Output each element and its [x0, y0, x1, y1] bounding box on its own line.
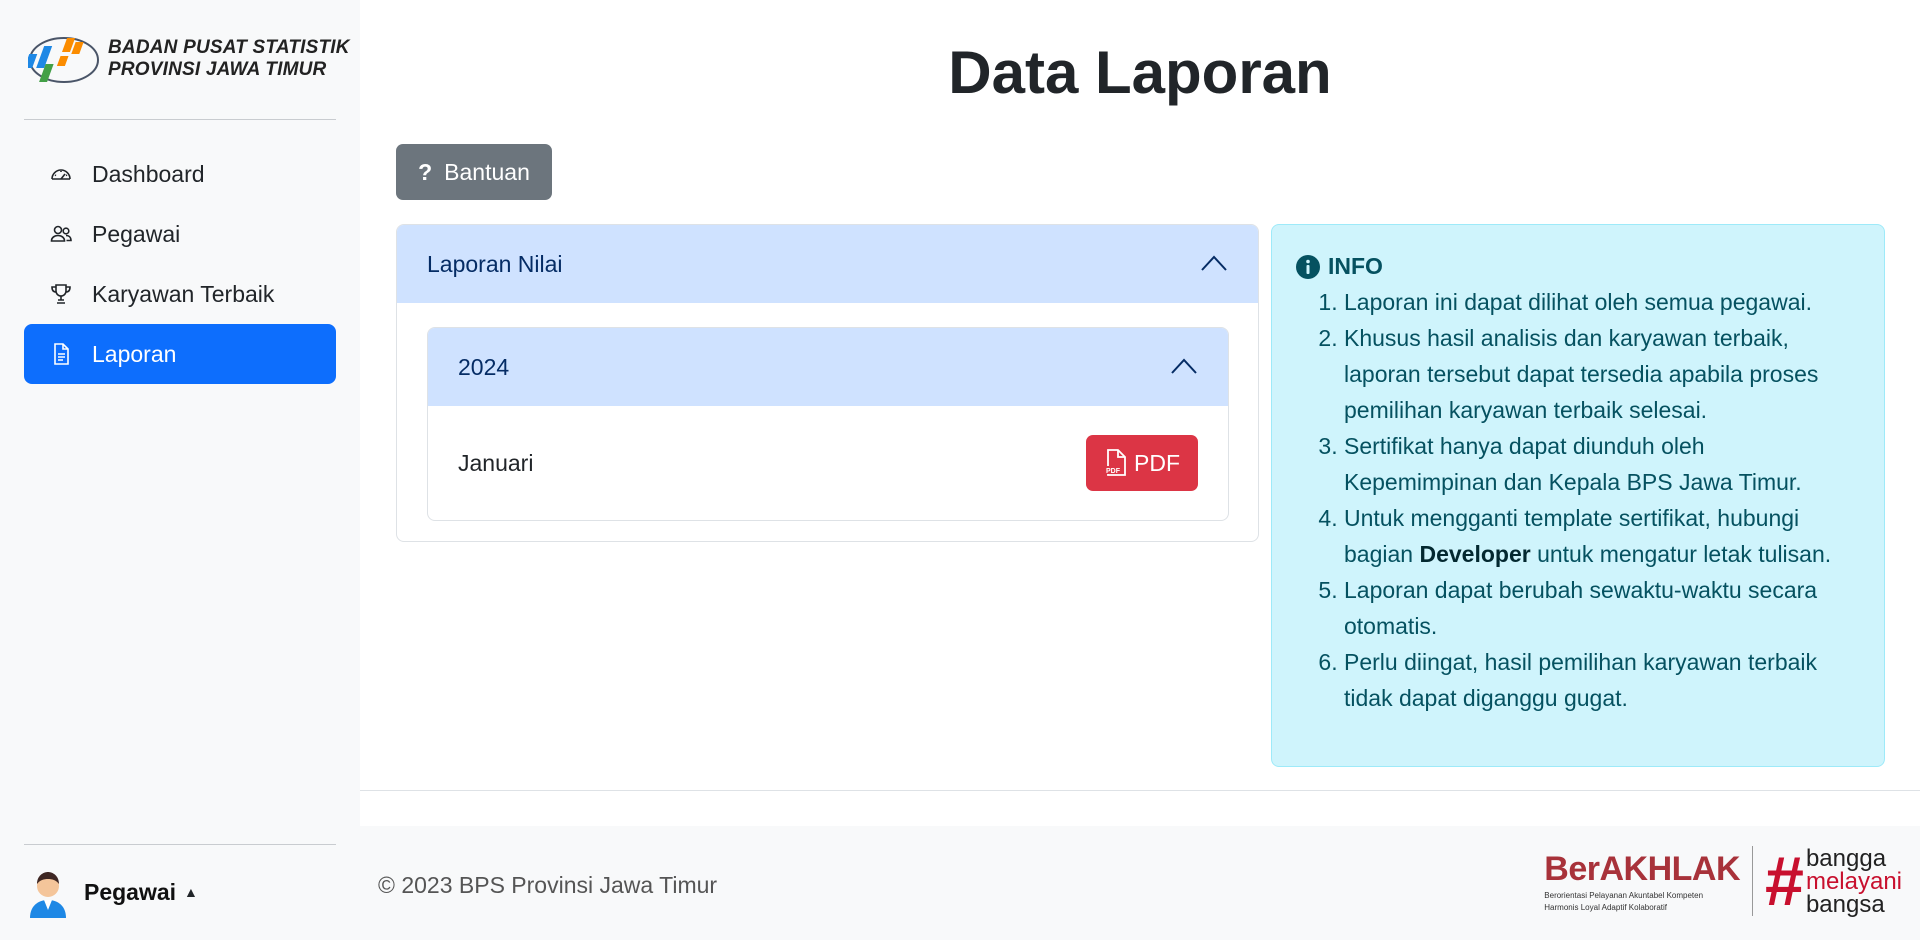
year-accordion: 2024 Januari PDF PDF [427, 327, 1229, 521]
file-text-icon [48, 341, 74, 367]
pdf-button-label: PDF [1134, 449, 1180, 476]
people-icon [48, 221, 74, 247]
sidebar-item-dashboard[interactable]: Dashboard [24, 144, 336, 204]
report-accordion: Laporan Nilai 2024 Januari PDF PDF [396, 224, 1259, 542]
report-month: Januari [458, 449, 534, 476]
bmb-line2: melayani [1805, 867, 1902, 895]
main-content: Data Laporan ? Bantuan Laporan Nilai 202… [360, 0, 1920, 940]
svg-text:PDF: PDF [1106, 468, 1121, 475]
footer-divider [360, 790, 1920, 791]
page-title: Data Laporan [948, 39, 1332, 106]
sidebar-item-karyawan-terbaik[interactable]: Karyawan Terbaik [24, 264, 336, 324]
info-item: Laporan dapat berubah sewaktu-waktu seca… [1344, 572, 1860, 644]
sidebar-bottom-divider [24, 844, 336, 845]
bps-logo[interactable]: BADAN PUSAT STATISTIK PROVINSI JAWA TIMU… [28, 30, 350, 88]
bmb-text: bangga melayani bangsa [1805, 844, 1902, 918]
help-button[interactable]: ? Bantuan [396, 144, 552, 200]
trophy-icon [48, 281, 74, 307]
berakhlak-logo: BerAKHLAK Berorientasi Pelayanan Akuntab… [1544, 850, 1740, 913]
info-item: Sertifikat hanya dapat diunduh oleh Kepe… [1344, 428, 1860, 500]
hashtag-icon: # [1765, 842, 1804, 920]
sidebar-item-laporan[interactable]: Laporan [24, 324, 336, 384]
info-title-label: INFO [1328, 253, 1383, 279]
berakhlak-tagline-2: Harmonis Loyal Adaptif Kolaboratif [1544, 902, 1668, 912]
info-item-bold: Developer [1419, 541, 1531, 567]
info-panel: INFO Laporan ini dapat dilihat oleh semu… [1271, 224, 1885, 767]
berakhlak-wordmark: BerAKHLAK [1544, 849, 1741, 888]
caret-up-icon: ▲ [184, 884, 198, 900]
info-title: INFO [1296, 253, 1860, 280]
sidebar-nav: Dashboard Pegawai Karyawan Terbaik Lapor… [24, 144, 336, 384]
user-menu[interactable]: Pegawai ▲ [24, 866, 198, 918]
info-item: Khusus hasil analisis dan karyawan terba… [1344, 320, 1860, 428]
brand-line2: PROVINSI JAWA TIMUR [108, 59, 327, 80]
chevron-up-icon [1170, 354, 1198, 381]
question-icon: ? [418, 158, 433, 185]
accordion-year-label: 2024 [458, 353, 510, 380]
brand-text: BADAN PUSAT STATISTIK PROVINSI JAWA TIMU… [108, 37, 350, 81]
info-list: Laporan ini dapat dilihat oleh semua peg… [1296, 284, 1860, 716]
avatar [30, 872, 66, 918]
user-name: Pegawai [84, 878, 177, 905]
footer-logos: BerAKHLAK Berorientasi Pelayanan Akuntab… [1544, 846, 1902, 916]
brand-line1: BADAN PUSAT STATISTIK [108, 37, 350, 58]
bps-emblem-icon [28, 37, 99, 83]
berakhlak-tagline-1: Berorientasi Pelayanan Akuntabel Kompete… [1544, 890, 1704, 900]
logo-separator [1752, 846, 1754, 916]
sidebar-item-pegawai[interactable]: Pegawai [24, 204, 336, 264]
sidebar-item-label: Dashboard [92, 160, 205, 187]
info-circle-icon [1296, 254, 1320, 279]
accordion-header-label: Laporan Nilai [427, 250, 563, 277]
accordion-header-laporan-nilai[interactable]: Laporan Nilai [397, 225, 1258, 303]
info-item: Untuk mengganti template sertifikat, hub… [1344, 500, 1860, 572]
accordion-header-year[interactable]: 2024 [428, 328, 1228, 406]
bangga-melayani-bangsa-logo: # bangga melayani bangsa [1765, 842, 1902, 920]
info-item-text: untuk mengatur letak tulisan. [1530, 541, 1832, 567]
bmb-line1: bangga [1805, 844, 1887, 872]
chevron-up-icon [1200, 251, 1228, 278]
sidebar: BADAN PUSAT STATISTIK PROVINSI JAWA TIMU… [0, 0, 360, 940]
list-item: Januari PDF PDF [428, 406, 1228, 520]
info-item: Perlu diingat, hasil pemilihan karyawan … [1344, 644, 1860, 716]
file-pdf-icon: PDF [1105, 449, 1126, 476]
sidebar-item-label: Pegawai [92, 220, 181, 247]
bmb-line3: bangsa [1805, 890, 1885, 918]
help-button-label: Bantuan [444, 158, 530, 185]
footer: © 2023 BPS Provinsi Jawa Timur BerAKHLAK… [360, 826, 1920, 940]
copyright: © 2023 BPS Provinsi Jawa Timur [378, 872, 718, 898]
info-item: Laporan ini dapat dilihat oleh semua peg… [1344, 284, 1860, 320]
sidebar-item-label: Karyawan Terbaik [92, 280, 275, 307]
sidebar-item-label: Laporan [92, 340, 177, 367]
download-pdf-button[interactable]: PDF PDF [1086, 435, 1198, 491]
sidebar-divider [24, 119, 336, 120]
speedometer-icon [48, 161, 74, 187]
